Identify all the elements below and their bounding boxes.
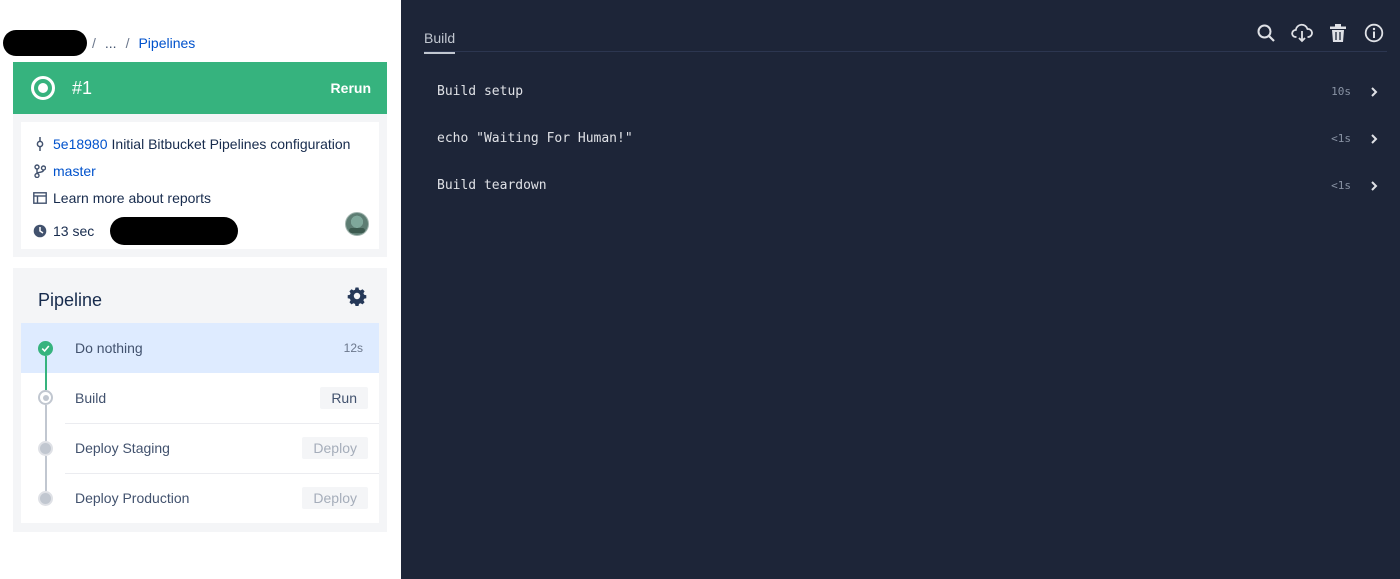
step-connector [45, 473, 47, 491]
pipeline-info-card: 5e18980 Initial Bitbucket Pipelines conf… [13, 114, 387, 257]
branch-icon [33, 164, 47, 178]
reports-link[interactable]: Learn more about reports [53, 190, 211, 206]
branch-row: master [33, 163, 96, 179]
gear-icon[interactable] [347, 286, 367, 307]
deploy-production-button[interactable]: Deploy [302, 487, 368, 509]
step-connector [45, 456, 47, 473]
redacted-author [110, 217, 239, 245]
duration-row: 13 sec [33, 217, 239, 245]
tab-build[interactable]: Build [424, 30, 456, 54]
step-name: Do nothing [75, 340, 143, 356]
log-toolbar [1255, 22, 1385, 44]
pending-step-icon [38, 390, 53, 405]
log-step-label: Build setup [437, 83, 524, 99]
pipeline-title: Pipeline [38, 290, 103, 310]
log-step-duration: 10s [1331, 84, 1351, 98]
step-name: Deploy Staging [75, 440, 170, 456]
pipeline-status-bar: #1 Rerun [13, 62, 387, 114]
success-check-icon [38, 341, 53, 356]
chevron-right-icon [1369, 133, 1379, 144]
commit-icon [33, 137, 47, 151]
commit-message: Initial Bitbucket Pipelines configuratio… [111, 136, 351, 152]
log-step-label: echo "Waiting For Human!" [437, 130, 633, 146]
step-name: Build [75, 390, 107, 406]
step-connector [45, 405, 47, 423]
step-deploy-production[interactable]: Deploy Production Deploy [21, 473, 379, 523]
report-icon [33, 191, 47, 205]
breadcrumb-separator: / [125, 35, 130, 51]
commit-hash-link[interactable]: 5e18980 [53, 136, 108, 152]
search-icon[interactable] [1255, 22, 1277, 44]
clock-icon [33, 224, 47, 238]
step-connector [45, 423, 47, 441]
log-step-build-setup[interactable]: Build setup 10s [424, 68, 1387, 114]
log-step-duration: <1s [1331, 178, 1351, 192]
deploy-staging-button[interactable]: Deploy [302, 437, 368, 459]
disabled-step-icon [38, 491, 53, 506]
step-connector [45, 373, 47, 390]
step-name: Deploy Production [75, 490, 190, 506]
step-deploy-staging[interactable]: Deploy Staging Deploy [21, 423, 379, 473]
log-step-build-teardown[interactable]: Build teardown <1s [424, 162, 1387, 208]
avatar[interactable] [345, 212, 369, 236]
trash-icon[interactable] [1327, 22, 1349, 44]
run-number: #1 [72, 77, 93, 98]
log-step-label: Build teardown [437, 177, 547, 193]
branch-link[interactable]: master [53, 163, 96, 179]
pipeline-steps: Do nothing 12s Build Run Deploy Staging … [21, 323, 379, 523]
step-do-nothing[interactable]: Do nothing 12s [21, 323, 379, 373]
log-panel: Build Build setup 10s echo "Waiting For … [401, 0, 1400, 579]
log-step-duration: <1s [1331, 131, 1351, 145]
breadcrumb-ellipsis[interactable]: ... [105, 35, 117, 51]
chevron-right-icon [1369, 180, 1379, 191]
commit-row: 5e18980 Initial Bitbucket Pipelines conf… [33, 136, 350, 152]
pipeline-sidebar: / ... / Pipelines #1 Rerun 5e18980 Initi… [0, 0, 401, 579]
duration: 13 sec [53, 223, 95, 239]
reports-row: Learn more about reports [33, 190, 211, 206]
info-icon[interactable] [1363, 22, 1385, 44]
run-button[interactable]: Run [320, 387, 368, 409]
rerun-button[interactable]: Rerun [331, 80, 371, 96]
step-duration: 12s [343, 341, 363, 355]
breadcrumb-pipelines[interactable]: Pipelines [138, 35, 195, 51]
download-icon[interactable] [1291, 22, 1313, 44]
step-build[interactable]: Build Run [21, 373, 379, 423]
pipeline-card: Pipeline Do nothing 12s Build Run Deploy… [13, 268, 387, 532]
breadcrumb-separator: / [92, 35, 96, 51]
chevron-right-icon [1369, 86, 1379, 97]
step-connector [45, 356, 47, 373]
redacted-workspace [3, 30, 87, 56]
log-step-echo[interactable]: echo "Waiting For Human!" <1s [424, 115, 1387, 161]
disabled-step-icon [38, 441, 53, 456]
breadcrumb: / ... / Pipelines [3, 30, 195, 56]
in-progress-icon [31, 76, 55, 100]
log-tab-bar: Build [424, 0, 1387, 54]
